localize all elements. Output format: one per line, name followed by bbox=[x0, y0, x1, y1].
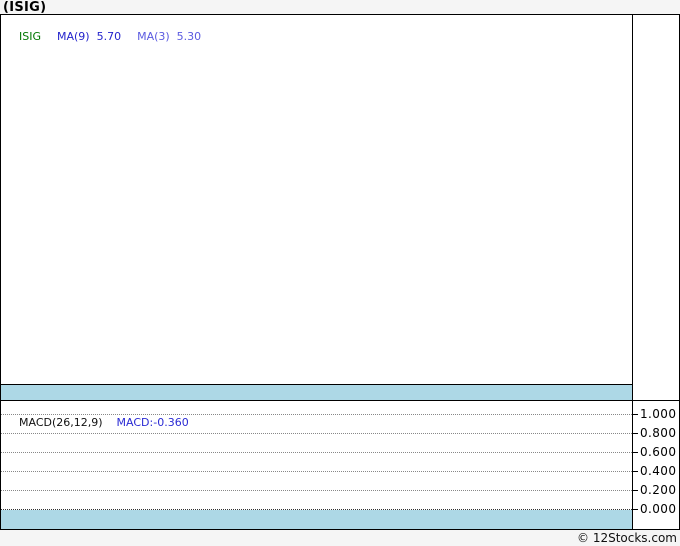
bottom-band bbox=[1, 510, 632, 529]
chart-frame: ISIG MA(9) 5.70 MA(3) 5.30 MACD(26,12,9) MA… bbox=[0, 14, 680, 530]
ytick-dash bbox=[633, 490, 638, 491]
panel-divider-line bbox=[1, 400, 679, 401]
macd-legend: MACD(26,12,9) MACD:-0.360 bbox=[5, 403, 203, 442]
gridline-1000 bbox=[1, 414, 632, 415]
gridline-0400 bbox=[1, 471, 632, 472]
separator-band-top bbox=[1, 385, 632, 400]
legend-ma9-label: MA(9) 5.70 bbox=[57, 30, 122, 43]
ytick-label-0400: 0.400 bbox=[640, 464, 677, 478]
gridline-0200 bbox=[1, 490, 632, 491]
ytick-dash bbox=[633, 414, 638, 415]
macd-value-label: MACD:-0.360 bbox=[116, 416, 189, 429]
legend-ma3-label: MA(3) 5.30 bbox=[137, 30, 202, 43]
ytick-dash bbox=[633, 433, 638, 434]
gridline-0800 bbox=[1, 433, 632, 434]
copyright-text: © 12Stocks.com bbox=[577, 531, 677, 545]
legend-symbol-label: ISIG bbox=[19, 30, 41, 43]
ytick-dash bbox=[633, 471, 638, 472]
ytick-dash bbox=[633, 509, 638, 510]
macd-params-label: MACD(26,12,9) bbox=[19, 416, 103, 429]
gridline-0600 bbox=[1, 452, 632, 453]
ytick-label-1000: 1.000 bbox=[640, 407, 677, 421]
ytick-dash bbox=[633, 452, 638, 453]
ytick-label-0600: 0.600 bbox=[640, 445, 677, 459]
ytick-label-0200: 0.200 bbox=[640, 483, 677, 497]
ytick-label-0800: 0.800 bbox=[640, 426, 677, 440]
price-legend: ISIG MA(9) 5.70 MA(3) 5.30 bbox=[5, 17, 217, 56]
page: { "header": { "title": "(ISIG)" }, "foot… bbox=[0, 0, 680, 546]
page-title: (ISIG) bbox=[3, 0, 47, 15]
ytick-label-0000: 0.000 bbox=[640, 502, 677, 516]
